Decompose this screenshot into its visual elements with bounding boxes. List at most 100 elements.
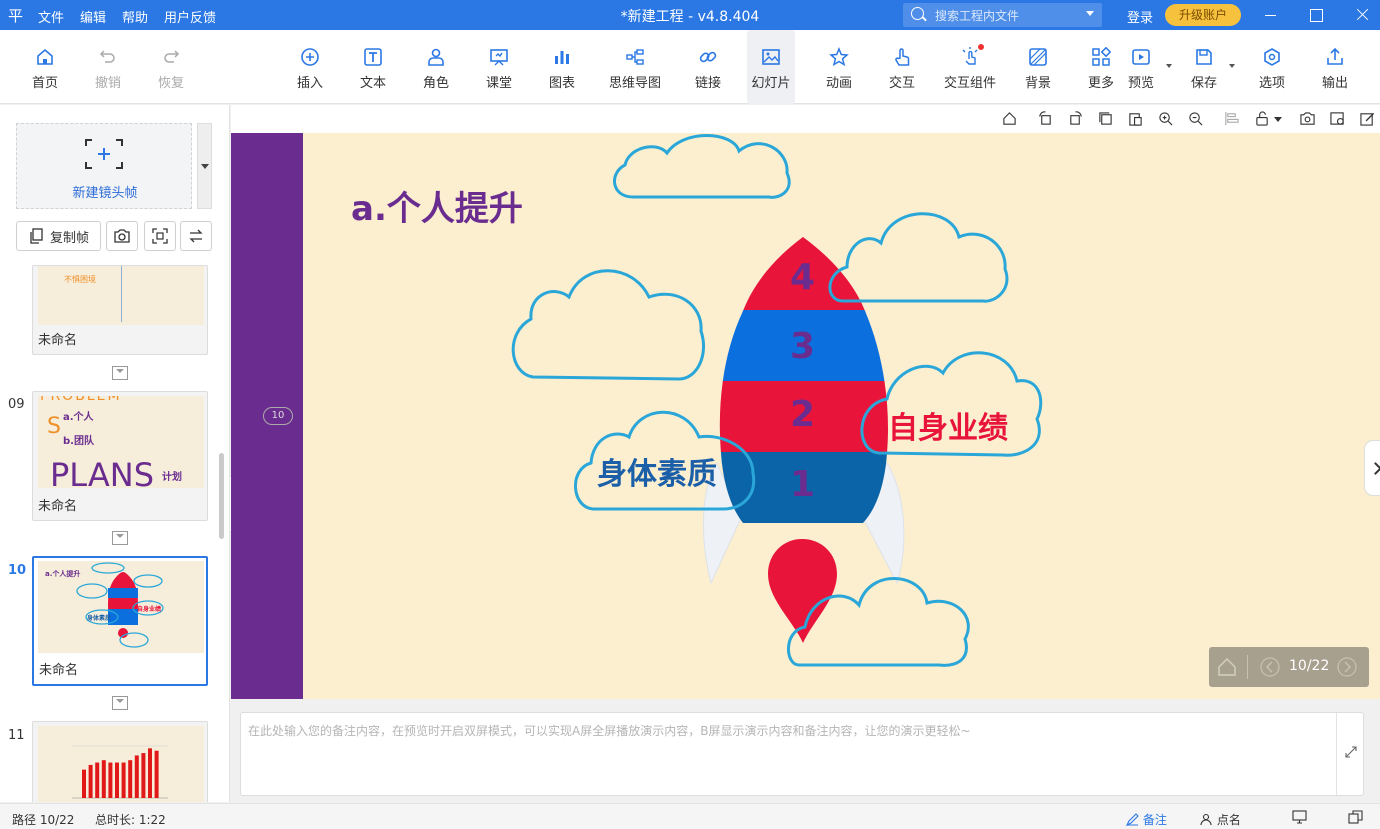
preview-button[interactable]: 预览 [1124, 30, 1172, 104]
redo-icon [160, 46, 182, 68]
copy-frame-button[interactable]: 复制帧 [16, 221, 101, 251]
paste-icon[interactable] [1128, 111, 1143, 126]
export-icon [1324, 46, 1346, 68]
close-button[interactable] [1339, 0, 1380, 30]
mindmap-button[interactable]: 思维导图 [607, 30, 663, 104]
menu-help[interactable]: 帮助 [122, 7, 148, 26]
frame-thumbnail-8[interactable]: 不惧困境 未命名 [32, 265, 208, 355]
notes-placeholder: 在此处输入您的备注内容，在预览时开启双屏模式，可以实现A屏全屏播放演示内容，B屏… [248, 724, 971, 738]
level-2-label[interactable]: 2 [790, 394, 815, 435]
star-icon [828, 46, 850, 68]
search-dropdown-icon[interactable] [1086, 11, 1094, 16]
home-view-icon[interactable] [1002, 111, 1017, 126]
transition-icon[interactable] [112, 531, 128, 545]
menu-edit[interactable]: 编辑 [80, 7, 106, 26]
menu-file[interactable]: 文件 [38, 7, 64, 26]
minimize-button[interactable] [1247, 0, 1293, 30]
frame-preview: a.个人提升 身体素质 自身业绩 [38, 561, 204, 653]
transition-icon[interactable] [112, 696, 128, 710]
insert-button[interactable]: 插入 [293, 30, 327, 104]
frame-preview [38, 726, 204, 802]
save-button[interactable]: 保存 [1187, 30, 1235, 104]
notes-input[interactable]: 在此处输入您的备注内容，在预览时开启双屏模式，可以实现A屏全屏播放演示内容，B屏… [240, 712, 1364, 796]
new-frame-button[interactable]: 新建镜头帧 [16, 123, 192, 209]
screenshot-frame-button[interactable] [106, 221, 138, 251]
thumb-bar-9 [141, 753, 146, 798]
home-icon [34, 46, 56, 68]
mindmap-icon [624, 46, 646, 68]
frame-thumbnail-10[interactable]: a.个人提升 身体素质 自身业绩 未命名 [32, 556, 208, 686]
link-button[interactable]: 链接 [691, 30, 725, 104]
slide-frame-10[interactable]: a.个人提升 4 3 2 1 身体素质 自身业绩 [303, 133, 1380, 699]
replace-frame-button[interactable] [180, 221, 212, 251]
fit-frame-button[interactable] [144, 221, 176, 251]
canvas-stage[interactable]: 10 a.个人提升 4 3 2 1 身体素质 自身业绩 10/22 [231, 133, 1380, 699]
pager-home-icon[interactable] [1217, 657, 1237, 677]
notes-panel: 在此处输入您的备注内容，在预览时开启双屏模式，可以实现A屏全屏播放演示内容，B屏… [231, 699, 1380, 802]
save-icon [1193, 46, 1215, 68]
classroom-button[interactable]: 课堂 [482, 30, 516, 104]
options-button[interactable]: 选项 [1255, 30, 1289, 104]
home-button[interactable]: 首页 [28, 30, 62, 104]
level-4-label[interactable]: 4 [790, 257, 815, 298]
window-mode-icon[interactable] [1348, 810, 1363, 824]
transition-icon[interactable] [112, 366, 128, 380]
zoom-in-icon[interactable] [1158, 111, 1173, 126]
fit-icon [152, 228, 168, 244]
login-link[interactable]: 登录 [1127, 7, 1153, 26]
camera-view-icon[interactable] [1300, 111, 1315, 126]
project-search[interactable]: 搜索工程内文件 [903, 3, 1102, 27]
background-button[interactable]: 背景 [1021, 30, 1055, 104]
export-button[interactable]: 输出 [1318, 30, 1352, 104]
frame-thumbnail-11[interactable] [32, 721, 208, 802]
screen-settings-icon[interactable] [1330, 111, 1345, 126]
frame-number: 11 [8, 728, 25, 743]
maximize-button[interactable] [1293, 0, 1339, 30]
rotate-left-icon[interactable] [1038, 111, 1053, 126]
level-3-label[interactable]: 3 [790, 326, 815, 367]
slide-title[interactable]: a.个人提升 [351, 181, 523, 230]
role-button[interactable]: 角色 [419, 30, 453, 104]
plus-circle-icon [299, 46, 321, 68]
main-toolbar: 首页 撤销 恢复 插入 文本 角色 课堂 图表 思维导图 链接 幻灯片 动画 交… [0, 30, 1380, 104]
preview-dropdown-icon[interactable] [1166, 64, 1172, 68]
thumbnail-bar-chart [72, 745, 168, 799]
thumb-bar-6 [121, 762, 126, 798]
physical-quality-label[interactable]: 身体素质 [597, 449, 717, 493]
performance-label[interactable]: 自身业绩 [888, 403, 1008, 447]
redo-button[interactable]: 恢复 [154, 30, 188, 104]
rollcall-button[interactable]: 点名 [1200, 811, 1241, 828]
save-dropdown-icon[interactable] [1229, 64, 1235, 68]
edit-icon[interactable] [1360, 111, 1375, 126]
widgets-button[interactable]: 交互组件 [942, 30, 998, 104]
text-button[interactable]: 文本 [356, 30, 390, 104]
lock-icon[interactable] [1255, 111, 1270, 126]
chart-button[interactable]: 图表 [545, 30, 579, 104]
window-title: *新建工程 - v4.8.404 [620, 9, 760, 25]
copy-view-icon[interactable] [1098, 111, 1113, 126]
undo-button[interactable]: 撤销 [91, 30, 125, 104]
pager-next-icon[interactable] [1337, 657, 1357, 677]
expand-right-panel-button[interactable] [1364, 440, 1380, 496]
rotate-right-icon[interactable] [1068, 111, 1083, 126]
slides-button[interactable]: 幻灯片 [747, 30, 795, 104]
level-1-label[interactable]: 1 [790, 464, 815, 505]
new-frame-dropdown[interactable] [197, 123, 212, 209]
pager-prev-icon[interactable] [1260, 657, 1280, 677]
upgrade-button[interactable]: 升级账户 [1165, 4, 1241, 26]
lock-dropdown-icon[interactable] [1274, 117, 1282, 122]
screen-mode-icon[interactable] [1292, 810, 1307, 824]
frame-thumbnail-9[interactable]: PROBLEM S a.个人 b.团队 PLANS 计划 未命名 [32, 391, 208, 521]
zoom-out-icon[interactable] [1188, 111, 1203, 126]
new-badge [978, 44, 984, 50]
frame-badge[interactable]: 10 [263, 407, 293, 425]
sidebar-scrollbar[interactable] [219, 453, 224, 539]
interact-button[interactable]: 交互 [885, 30, 919, 104]
animation-button[interactable]: 动画 [822, 30, 856, 104]
notes-toggle[interactable]: 备注 [1125, 811, 1167, 828]
menu-feedback[interactable]: 用户反馈 [164, 7, 216, 26]
more-button[interactable]: 更多 [1084, 30, 1118, 104]
align-icon[interactable] [1224, 111, 1239, 126]
grid-icon [1090, 46, 1112, 68]
expand-notes-button[interactable] [1336, 713, 1364, 795]
